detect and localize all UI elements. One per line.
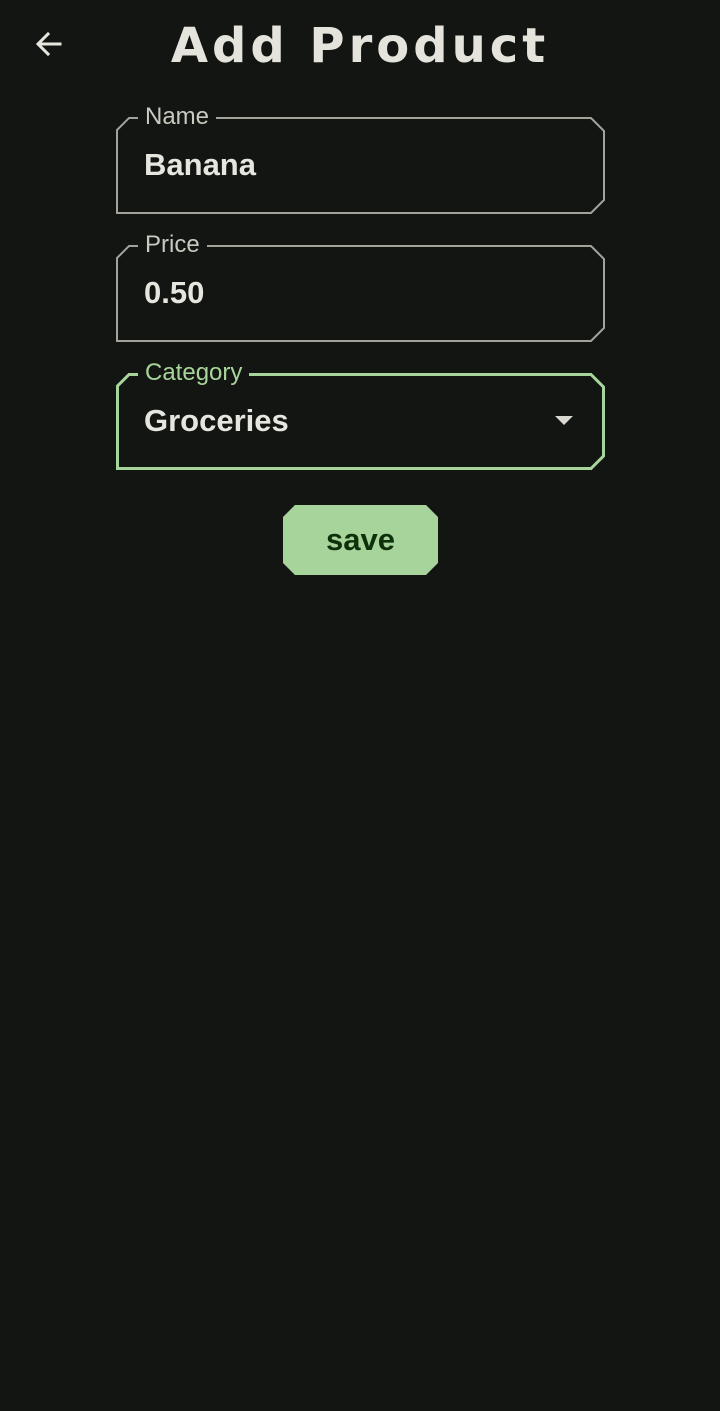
save-button[interactable]: save: [283, 505, 438, 575]
price-field-value[interactable]: 0.50: [144, 273, 204, 313]
name-field[interactable]: Name Banana: [116, 102, 605, 214]
category-field-value: Groceries: [144, 403, 289, 438]
top-app-bar: Add Product: [0, 0, 720, 92]
price-field-label: Price: [138, 230, 207, 260]
name-field-label: Name: [138, 102, 217, 132]
category-dropdown[interactable]: Category Groceries: [116, 358, 605, 470]
name-field-value[interactable]: Banana: [144, 145, 256, 185]
category-field-label: Category: [138, 358, 250, 388]
save-button-label: save: [326, 522, 395, 557]
page-title: Add Product: [170, 18, 550, 74]
dropdown-arrow-icon[interactable]: [555, 416, 573, 425]
price-field[interactable]: Price 0.50: [116, 230, 605, 342]
